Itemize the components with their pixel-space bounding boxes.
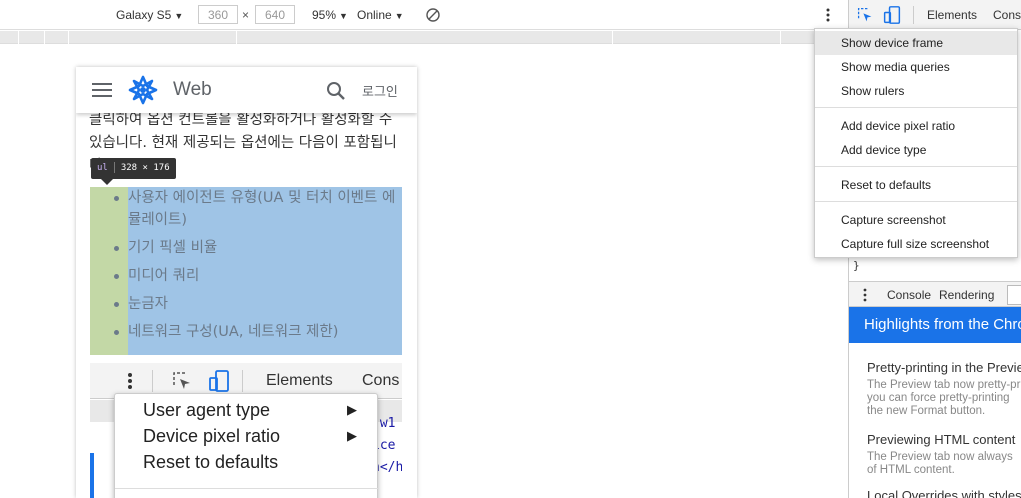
- news-item[interactable]: Pretty-printing in the Preview The Previ…: [867, 360, 1021, 418]
- device-select-label: Galaxy S5: [116, 8, 172, 22]
- whats-new-banner: Highlights from the Chrome: [849, 307, 1021, 343]
- option-list: 사용자 에이전트 유형(UA 및 터치 이벤트 에뮬레이트) 기기 픽셀 비율 …: [90, 187, 402, 343]
- tooltip-tag: ul: [97, 163, 108, 173]
- chevron-down-icon: ▼: [174, 11, 184, 21]
- height-input[interactable]: [255, 5, 295, 24]
- rotate-icon[interactable]: [425, 7, 441, 23]
- login-link[interactable]: 로그인: [362, 81, 398, 100]
- menu-item-capture-full-size-screenshot[interactable]: Capture full size screenshot: [815, 232, 1017, 256]
- menu-item: Device pixel ratio: [143, 426, 281, 446]
- ruler-segment[interactable]: [236, 31, 237, 44]
- list-item: 눈금자: [90, 293, 402, 315]
- drawer-tab-overflow[interactable]: [1007, 285, 1021, 305]
- width-input[interactable]: [198, 5, 238, 24]
- app-bar: Web 로그인: [76, 67, 417, 113]
- ruler-segment[interactable]: [780, 31, 781, 44]
- tooltip-arrow: [101, 179, 113, 185]
- menu-item-reset-to-defaults[interactable]: Reset to defaults: [815, 173, 1017, 197]
- menu-item: Reset to defaults: [143, 452, 279, 472]
- hamburger-menu-icon[interactable]: [92, 82, 112, 98]
- device-viewport: Web 로그인 클릭하여 옵션 컨트롤을 활성화하거나 활성화할 수 있습니다.…: [76, 67, 417, 498]
- more-options-icon: [128, 373, 132, 389]
- list-item: 미디어 쿼리: [90, 265, 402, 287]
- devtools-screenshot-figure: Elements Cons "w1 ice n</h User agent ty…: [90, 363, 402, 498]
- app-title: Web: [173, 79, 212, 100]
- ruler-segment[interactable]: [612, 31, 613, 44]
- menu-item-show-media-queries[interactable]: Show media queries: [815, 55, 1017, 79]
- more-options-icon[interactable]: [862, 287, 868, 303]
- submenu-arrow-icon: ▶: [347, 403, 357, 418]
- chevron-down-icon: ▼: [394, 11, 404, 21]
- menu-item-show-rulers[interactable]: Show rulers: [815, 79, 1017, 103]
- network-select-label: Online: [357, 8, 392, 22]
- news-item[interactable]: Previewing HTML content The Preview tab …: [867, 432, 1021, 477]
- tab-console: Cons: [362, 372, 400, 389]
- tooltip-size: 328 × 176: [120, 163, 170, 173]
- news-title: Local Overrides with styles: [867, 488, 1021, 498]
- submenu-arrow-icon: ▶: [347, 429, 357, 444]
- devtools-toolbar: Elements Conso: [849, 0, 1021, 30]
- list-item: 기기 픽셀 비율: [90, 237, 402, 259]
- nested-context-menu: User agent type ▶ Device pixel ratio ▶ R…: [114, 393, 379, 498]
- code-brace: }: [853, 259, 860, 272]
- dimension-separator: ×: [242, 8, 250, 22]
- ruler-segment[interactable]: [44, 31, 45, 44]
- ruler-segment[interactable]: [18, 31, 19, 44]
- zoom-select-label: 95%: [312, 8, 337, 22]
- tab-elements: Elements: [266, 372, 333, 389]
- tab-drawer-rendering[interactable]: Rendering: [939, 288, 994, 302]
- inspect-element-icon: [173, 372, 190, 389]
- list-item: 네트워크 구성(UA, 네트워크 제한): [90, 321, 402, 343]
- ruler-segment[interactable]: [68, 31, 69, 44]
- web-logo-icon[interactable]: [128, 75, 158, 105]
- device-select[interactable]: Galaxy S5 ▼: [116, 8, 183, 22]
- news-title: Pretty-printing in the Preview: [867, 360, 1021, 375]
- menu-item: User agent type: [143, 400, 271, 420]
- network-select[interactable]: Online ▼: [357, 8, 404, 22]
- media-query-ruler[interactable]: [0, 31, 848, 44]
- zoom-select[interactable]: 95% ▼: [312, 8, 348, 22]
- element-tooltip: ul 328 × 176: [91, 158, 176, 179]
- device-toolbar: Galaxy S5▼ × 95%▼ Online▼: [0, 0, 848, 30]
- news-body: The Preview tab now pretty-prints you ca…: [867, 379, 1021, 417]
- news-title: Previewing HTML content: [867, 432, 1016, 447]
- tab-console[interactable]: Conso: [993, 8, 1021, 22]
- search-icon[interactable]: [326, 81, 346, 101]
- chevron-down-icon: ▼: [339, 11, 348, 21]
- menu-item-show-device-frame[interactable]: Show device frame: [815, 31, 1017, 55]
- list-item: 사용자 에이전트 유형(UA 및 터치 이벤트 에뮬레이트): [90, 187, 402, 231]
- inspect-element-icon[interactable]: [857, 7, 873, 23]
- device-toolbar-icon: [209, 370, 229, 392]
- news-item[interactable]: Local Overrides with styles: [867, 488, 1021, 498]
- tab-elements[interactable]: Elements: [927, 8, 977, 22]
- menu-item-capture-screenshot[interactable]: Capture screenshot: [815, 208, 1017, 232]
- news-body: The Preview tab now always of HTML conte…: [867, 451, 1013, 476]
- more-options-icon[interactable]: [823, 7, 833, 23]
- tab-drawer-console[interactable]: Console: [887, 288, 931, 302]
- drawer-tabbar: Console Rendering: [849, 281, 1021, 307]
- device-options-menu: Show device frame Show media queries Sho…: [814, 28, 1018, 258]
- menu-item-add-device-type[interactable]: Add device type: [815, 138, 1017, 162]
- menu-item-add-device-pixel-ratio[interactable]: Add device pixel ratio: [815, 114, 1017, 138]
- device-toolbar-icon[interactable]: [883, 5, 901, 25]
